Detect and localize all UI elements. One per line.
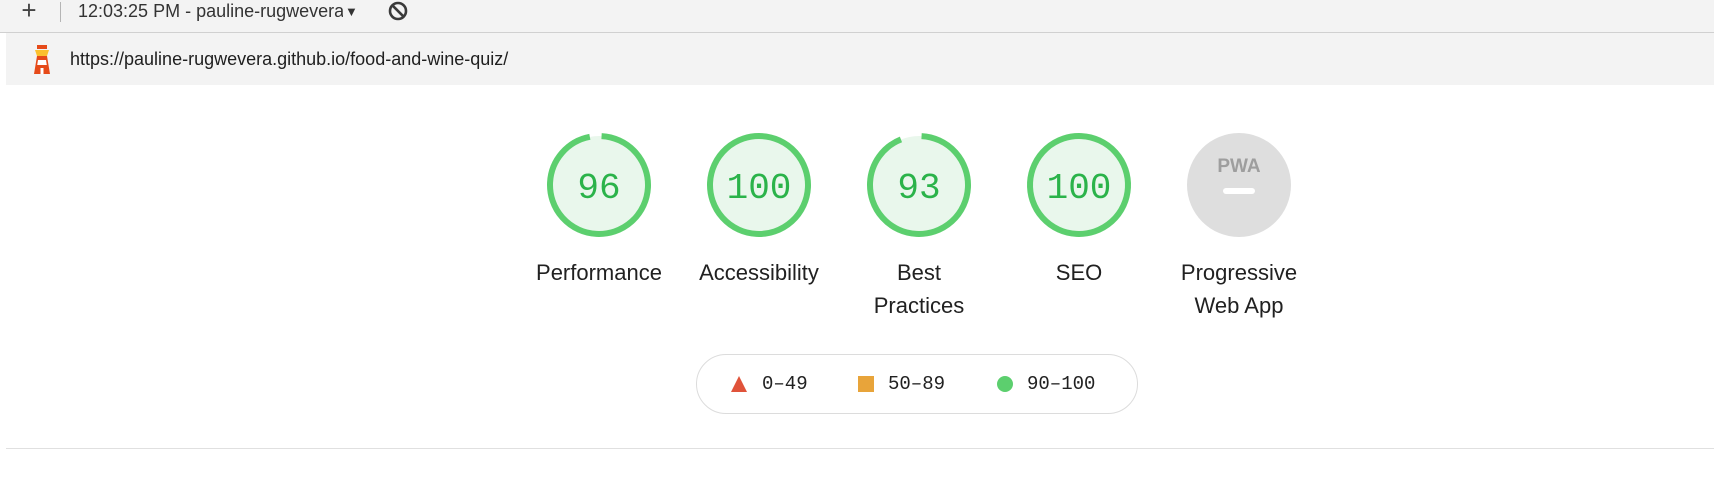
circle-icon: [997, 376, 1013, 392]
chevron-down-icon: ▼: [345, 3, 358, 19]
clear-reports-button[interactable]: [386, 0, 410, 22]
gauge-label: Best Practices: [873, 260, 965, 318]
block-icon: [388, 1, 408, 21]
legend-item-average: 50–89: [858, 355, 945, 413]
pwa-badge-icon: PWA: [1187, 133, 1291, 237]
gauge-performance[interactable]: 96 Performance: [519, 130, 679, 289]
gauge-accessibility[interactable]: 100 Accessibility: [679, 130, 839, 289]
pwa-badge-text: PWA: [1217, 156, 1261, 177]
gauge-pwa[interactable]: PWA Progressive Web App: [1159, 130, 1319, 322]
legend-item-pass: 90–100: [997, 355, 1095, 413]
report-session-select[interactable]: 12:03:25 PM - pauline-rugwevera.github.i…: [78, 0, 358, 22]
score-gauge-ring: 100: [1027, 133, 1131, 237]
report-toolbar: + 12:03:25 PM - pauline-rugwevera.github…: [0, 0, 1714, 33]
report-url-bar: https://pauline-rugwevera.github.io/food…: [6, 33, 1714, 85]
score-gauge-ring: 96: [547, 133, 651, 237]
gauge-label: SEO: [1055, 260, 1103, 285]
toolbar-separator: [60, 2, 61, 22]
triangle-icon: [731, 376, 747, 392]
pwa-dash-mark: [1223, 188, 1255, 194]
report-url-link[interactable]: https://pauline-rugwevera.github.io/food…: [70, 49, 508, 70]
legend-item-fail: 0–49: [730, 355, 808, 413]
new-report-button[interactable]: +: [14, 0, 44, 23]
legend-range: 50–89: [888, 373, 946, 395]
legend-range: 90–100: [1027, 373, 1096, 395]
gauge-label: Performance: [536, 260, 662, 285]
gauge-score: 100: [727, 168, 792, 209]
report-session-label: 12:03:25 PM - pauline-rugwevera.github.i…: [78, 0, 343, 21]
gauge-score: 100: [1047, 168, 1112, 209]
section-divider: [6, 448, 1714, 449]
score-scale-legend: 0–49 50–89 90–100: [696, 354, 1138, 414]
gauge-label: Accessibility: [699, 260, 819, 285]
gauge-label: Progressive Web App: [1180, 260, 1298, 318]
score-gauge-ring: 100: [707, 133, 811, 237]
lighthouse-icon: [28, 42, 56, 76]
gauge-best-practices[interactable]: 93 Best Practices: [839, 130, 999, 322]
gauge-seo[interactable]: 100 SEO: [999, 130, 1159, 289]
gauge-score: 93: [897, 168, 940, 209]
gauge-score: 96: [577, 168, 620, 209]
square-icon: [858, 376, 874, 392]
score-gauge-ring: 93: [867, 133, 971, 237]
legend-range: 0–49: [762, 373, 808, 395]
